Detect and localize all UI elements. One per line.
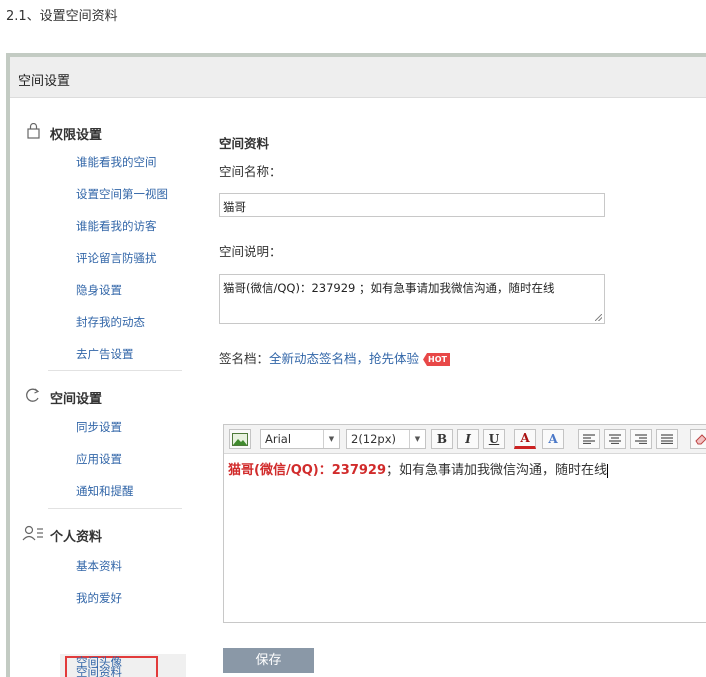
dynamic-signature-link[interactable]: 全新动态签名档，抢先体验 xyxy=(269,351,419,366)
font-color-button[interactable]: A xyxy=(514,429,536,449)
sidebar-item-who-can-see-visitors[interactable]: 谁能看我的访客 xyxy=(76,218,157,234)
font-family-value: Arial xyxy=(265,432,292,446)
space-name-label: 空间名称： xyxy=(219,164,282,179)
resize-grip-icon[interactable] xyxy=(595,314,602,321)
window-title: 空间设置 xyxy=(18,74,71,89)
align-right-icon[interactable] xyxy=(630,429,652,449)
document-caption: 2.1、设置空间资料 xyxy=(6,9,118,24)
sidebar-divider xyxy=(48,370,182,371)
align-left-icon[interactable] xyxy=(578,429,600,449)
align-center-icon[interactable] xyxy=(604,429,626,449)
sidebar-item-invisible[interactable]: 隐身设置 xyxy=(76,282,122,298)
signature-label-row: 签名档：全新动态签名档，抢先体验 HOT xyxy=(219,348,450,367)
sync-icon xyxy=(26,388,40,402)
sidebar-item-notifications[interactable]: 通知和提醒 xyxy=(76,483,134,499)
window-header: 空间设置 xyxy=(10,57,706,98)
chevron-down-icon: ▼ xyxy=(323,430,339,448)
sidebar-item-sync[interactable]: 同步设置 xyxy=(76,419,122,435)
lock-icon xyxy=(27,123,40,139)
space-desc-text: 猫哥(微信/QQ)：237929 ；如有急事请加我微信沟通，随时在线 xyxy=(223,281,555,295)
sidebar-item-anti-harassment[interactable]: 评论留言防骚扰 xyxy=(76,250,157,266)
space-desc-label: 空间说明： xyxy=(219,244,282,259)
sidebar-section-label: 权限设置 xyxy=(50,128,103,143)
save-button[interactable]: 保存 xyxy=(223,648,314,673)
main-panel: 空间资料 空间名称： 猫哥 空间说明： 猫哥(微信/QQ)：237929 ；如有… xyxy=(186,98,706,677)
editor-content[interactable]: 猫哥(微信/QQ)：237929；如有急事请加我微信沟通，随时在线 xyxy=(228,459,609,478)
bold-button[interactable]: B xyxy=(431,429,453,449)
sidebar-divider xyxy=(48,508,182,509)
sidebar-item-avatar[interactable]: 空间头像 xyxy=(76,654,122,670)
sidebar-item-archive-feed[interactable]: 封存我的动态 xyxy=(76,314,145,330)
sidebar-item-who-can-view[interactable]: 谁能看我的空间 xyxy=(76,154,157,170)
signature-editor: Arial ▼ 2(12px) ▼ B I U A A 猫哥(微信/QQ)：23… xyxy=(223,424,706,623)
font-family-select[interactable]: Arial ▼ xyxy=(260,429,340,449)
user-icon xyxy=(22,525,43,541)
signature-text: ；如有急事请加我微信沟通，随时在线 xyxy=(386,463,608,478)
sidebar-item-remove-ads[interactable]: 去广告设置 xyxy=(76,346,134,362)
signature-highlighted-text: 猫哥(微信/QQ)：237929 xyxy=(228,463,387,478)
chevron-down-icon: ▼ xyxy=(409,430,425,448)
space-desc-textarea[interactable]: 猫哥(微信/QQ)：237929 ；如有急事请加我微信沟通，随时在线 xyxy=(219,274,605,324)
underline-button[interactable]: U xyxy=(483,429,505,449)
sidebar-section-privacy[interactable]: 权限设置 xyxy=(27,123,103,143)
sidebar: 权限设置 谁能看我的空间 设置空间第一视图 谁能看我的访客 评论留言防骚扰 隐身… xyxy=(10,98,186,677)
sidebar-section-space-settings[interactable]: 空间设置 xyxy=(26,388,103,407)
space-name-input[interactable]: 猫哥 xyxy=(219,193,605,217)
highlight-button[interactable]: A xyxy=(542,429,564,449)
sidebar-section-profile[interactable]: 个人资料 xyxy=(22,525,103,545)
sidebar-item-basic-info[interactable]: 基本资料 xyxy=(76,558,122,574)
hot-badge: HOT xyxy=(423,353,450,366)
text-caret xyxy=(607,463,609,478)
insert-image-icon[interactable] xyxy=(229,429,251,449)
settings-window: 空间设置 权限设置 谁能看我的空间 设置空间第一视图 谁能看我的访客 评论留言防… xyxy=(6,53,706,677)
eraser-icon[interactable] xyxy=(690,429,706,449)
sidebar-item-apps[interactable]: 应用设置 xyxy=(76,451,122,467)
sidebar-section-label: 个人资料 xyxy=(50,530,103,545)
sidebar-item-first-view[interactable]: 设置空间第一视图 xyxy=(76,186,168,202)
sidebar-section-label: 空间设置 xyxy=(50,392,103,407)
justify-icon[interactable] xyxy=(656,429,678,449)
font-size-select[interactable]: 2(12px) ▼ xyxy=(346,429,426,449)
signature-label: 签名档： xyxy=(219,351,270,366)
sidebar-item-hobbies[interactable]: 我的爱好 xyxy=(76,590,122,606)
italic-button[interactable]: I xyxy=(457,429,479,449)
font-size-value: 2(12px) xyxy=(351,432,397,446)
section-title: 空间资料 xyxy=(219,136,270,151)
editor-toolbar: Arial ▼ 2(12px) ▼ B I U A A xyxy=(224,425,706,454)
